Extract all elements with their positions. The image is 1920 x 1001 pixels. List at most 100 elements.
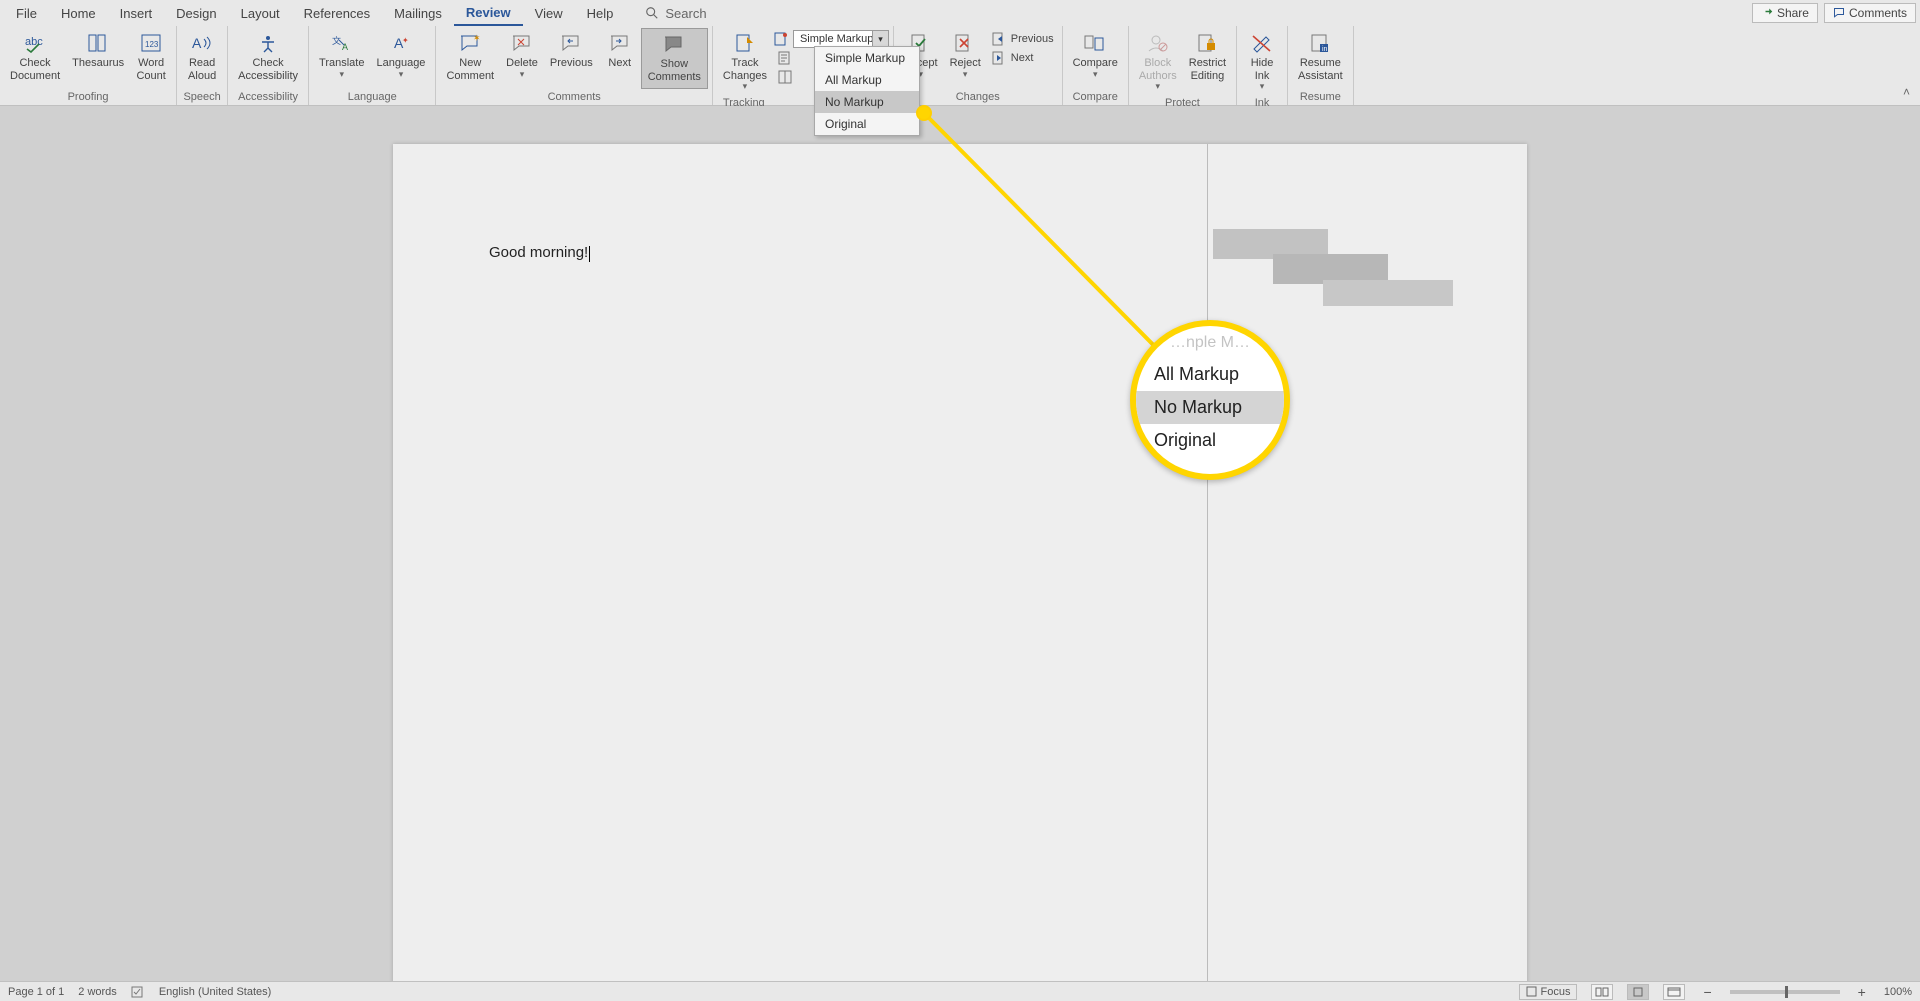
check-accessibility-label: Check Accessibility [238,57,298,82]
next-change-button[interactable]: Next [987,49,1058,67]
web-layout-button[interactable] [1663,984,1685,1000]
comment-icon [1833,7,1845,19]
show-comments-button[interactable]: Show Comments [641,28,708,89]
markup-display-value: Simple Markup [794,33,872,46]
language-button[interactable]: A✦ Language ▾ [370,28,431,89]
chevron-down-icon[interactable]: ▾ [872,31,888,47]
restrict-editing-icon [1195,31,1219,55]
share-label: Share [1777,6,1809,20]
zoom-in-button[interactable]: + [1854,984,1870,1000]
markup-area-divider [1207,144,1208,981]
svg-text:abc: abc [25,36,43,48]
status-language[interactable]: English (United States) [159,986,272,998]
markup-option-simple[interactable]: Simple Markup [815,47,919,69]
zoom-level[interactable]: 100% [1884,986,1912,998]
text-cursor [589,246,590,262]
new-comment-icon: ✶ [458,31,482,55]
zoom-slider[interactable] [1730,990,1840,994]
document-body-text[interactable]: Good morning! [489,244,590,262]
word-count-button[interactable]: 123 Word Count [130,28,172,89]
comments-label: Comments [1849,6,1907,20]
group-speech-label: Speech [181,89,223,105]
show-markup-icon [777,50,793,66]
check-document-button[interactable]: abc Check Document [4,28,66,89]
block-authors-button[interactable]: Block Authors▾ [1133,28,1183,95]
tab-design[interactable]: Design [164,2,228,25]
document-workspace[interactable]: Good morning! [0,106,1920,981]
text-content: Good morning! [489,244,588,261]
comments-button[interactable]: Comments [1824,3,1916,23]
group-compare-label: Compare [1067,89,1124,105]
compare-icon [1083,31,1107,55]
compare-button[interactable]: Compare ▾ [1067,28,1124,89]
svg-text:A: A [192,35,202,51]
group-comments-label: Comments [440,89,707,105]
collapse-ribbon-button[interactable]: ˄ [1903,85,1910,99]
tab-view[interactable]: View [523,2,575,25]
block-authors-icon [1146,31,1170,55]
chevron-down-icon: ▾ [1156,81,1161,91]
check-accessibility-button[interactable]: Check Accessibility [232,28,304,89]
markup-display-icon [773,31,789,47]
document-page[interactable]: Good morning! [393,144,1527,981]
share-button[interactable]: Share [1752,3,1818,23]
focus-label: Focus [1541,986,1571,998]
search-icon [645,6,659,20]
previous-comment-button[interactable]: Previous [544,28,599,89]
print-layout-button[interactable] [1627,984,1649,1000]
delete-comment-icon [510,31,534,55]
tab-references[interactable]: References [292,2,382,25]
thesaurus-button[interactable]: Thesaurus [66,28,130,89]
translate-icon: 文A [330,31,354,55]
magnifier-clipped-row: …nple M… [1136,320,1284,358]
tab-help[interactable]: Help [575,2,626,25]
read-mode-button[interactable] [1591,984,1613,1000]
previous-comment-label: Previous [550,57,593,70]
tab-layout[interactable]: Layout [229,2,292,25]
read-aloud-label: Read Aloud [188,57,216,82]
hide-ink-icon [1250,31,1274,55]
zoom-slider-thumb[interactable] [1785,986,1788,998]
status-page[interactable]: Page 1 of 1 [8,986,64,998]
zoom-out-button[interactable]: − [1699,984,1715,1000]
resume-assistant-label: Resume Assistant [1298,57,1343,82]
svg-text:123: 123 [145,40,159,49]
chevron-down-icon: ▾ [963,69,968,79]
magnifier-option-all: All Markup [1136,358,1284,391]
markup-option-none[interactable]: No Markup [815,91,919,113]
tab-review[interactable]: Review [454,1,523,26]
focus-icon [1526,986,1537,997]
status-word-count[interactable]: 2 words [78,986,117,998]
magnifier-option-none: No Markup [1136,391,1284,424]
group-compare: Compare ▾ Compare [1063,26,1129,105]
ribbon: abc Check Document Thesaurus 123 Word Co… [0,26,1920,106]
markup-option-all[interactable]: All Markup [815,69,919,91]
language-icon: A✦ [389,31,413,55]
word-count-label: Word Count [136,57,165,82]
restrict-editing-button[interactable]: Restrict Editing [1183,28,1232,95]
previous-change-button[interactable]: Previous [987,30,1058,48]
next-comment-button[interactable]: Next [599,28,641,89]
delete-comment-button[interactable]: Delete ▾ [500,28,544,89]
group-protect: Block Authors▾ Restrict Editing Protect [1129,26,1237,105]
block-authors-label: Block Authors [1139,57,1177,82]
search-placeholder: Search [665,6,706,21]
hide-ink-label: Hide Ink [1251,57,1274,82]
search-box[interactable]: Search [645,6,706,21]
thesaurus-icon [86,31,110,55]
translate-button[interactable]: 文A Translate ▾ [313,28,370,89]
tab-home[interactable]: Home [49,2,108,25]
status-spellcheck-icon[interactable] [131,986,145,998]
resume-assistant-button[interactable]: in Resume Assistant [1292,28,1349,89]
tab-insert[interactable]: Insert [108,2,165,25]
tab-mailings[interactable]: Mailings [382,2,454,25]
tab-file[interactable]: File [4,2,49,25]
hide-ink-button[interactable]: Hide Ink ▾ [1241,28,1283,95]
track-changes-button[interactable]: Track Changes▾ [717,28,773,95]
markup-option-original[interactable]: Original [815,113,919,135]
read-aloud-button[interactable]: A Read Aloud [181,28,223,89]
focus-mode-button[interactable]: Focus [1519,984,1578,1000]
share-icon [1761,7,1773,19]
reject-button[interactable]: Reject ▾ [944,28,987,89]
new-comment-button[interactable]: ✶ New Comment [440,28,500,89]
